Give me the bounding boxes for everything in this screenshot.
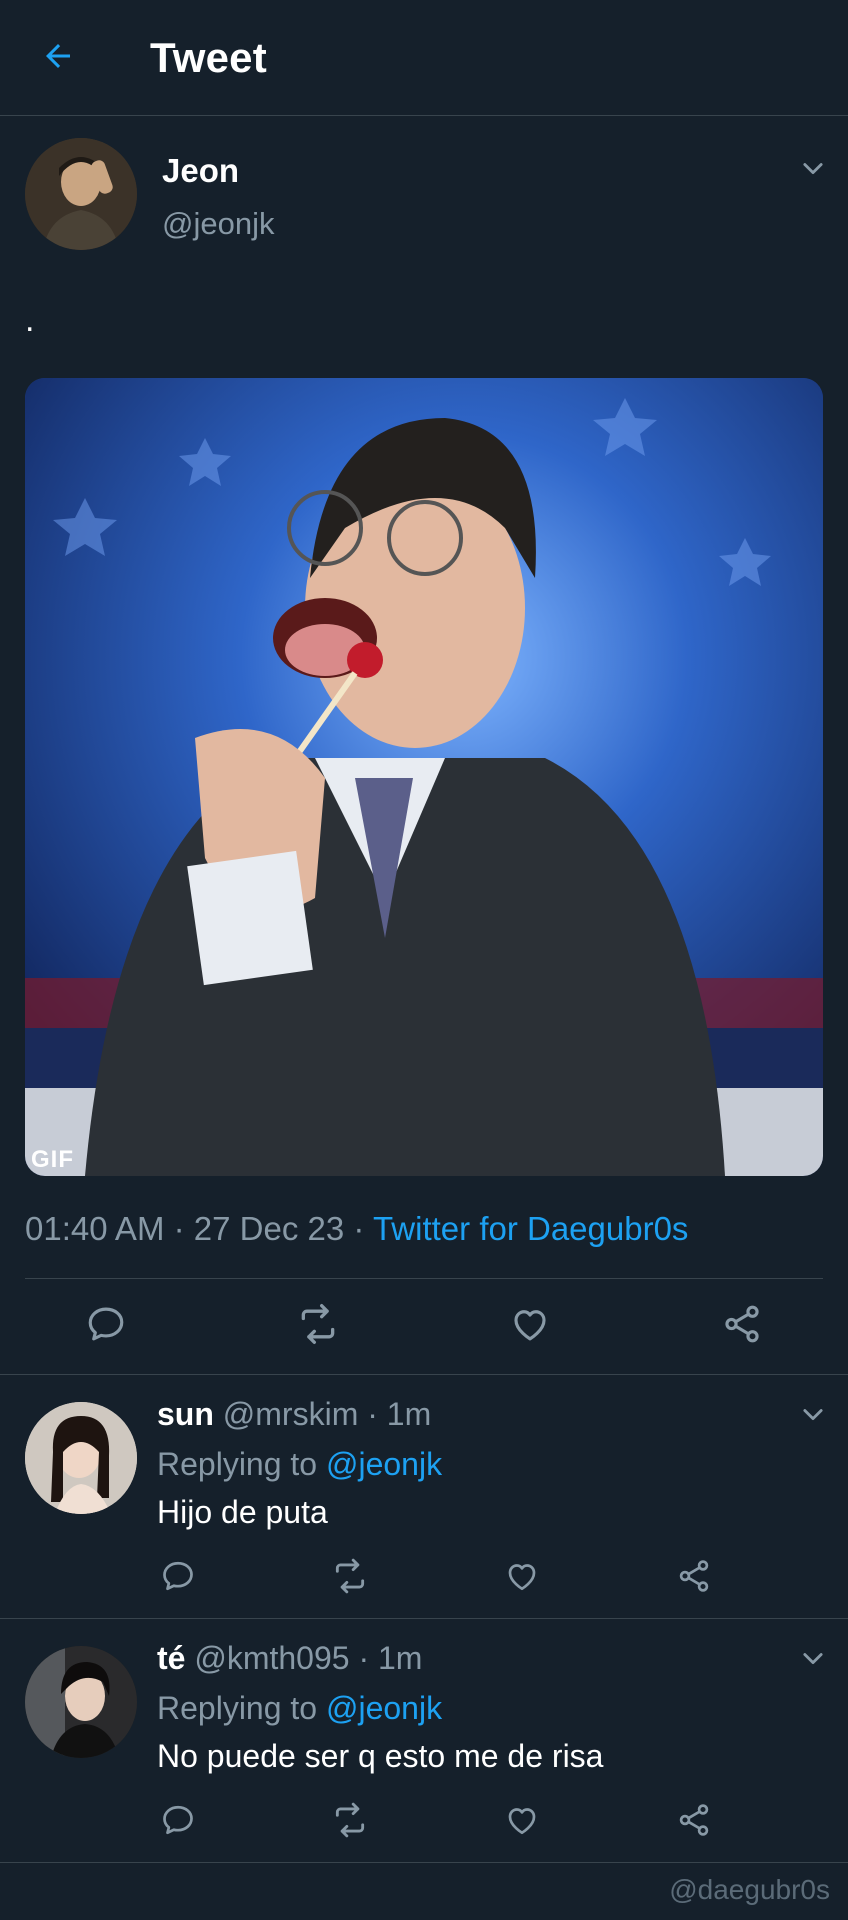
reply-button[interactable] bbox=[78, 1298, 134, 1354]
share-button[interactable] bbox=[714, 1298, 770, 1354]
reply-time: · 1m bbox=[367, 1396, 432, 1432]
tweet-options-button[interactable] bbox=[797, 154, 829, 186]
replying-mention-link[interactable]: @jeonjk bbox=[326, 1446, 442, 1482]
replying-label: Replying to bbox=[157, 1690, 318, 1726]
like-button[interactable] bbox=[502, 1298, 558, 1354]
avatar[interactable] bbox=[25, 1646, 137, 1758]
like-icon bbox=[509, 1303, 551, 1350]
meta-separator: · bbox=[353, 1210, 365, 1247]
retweet-icon bbox=[296, 1302, 340, 1351]
tweet-text: . bbox=[25, 301, 35, 339]
share-button[interactable] bbox=[666, 1550, 722, 1606]
reply-options-button[interactable] bbox=[797, 1400, 829, 1432]
share-icon bbox=[721, 1303, 763, 1350]
reply-options-button[interactable] bbox=[797, 1644, 829, 1676]
divider bbox=[0, 1618, 848, 1619]
like-button[interactable] bbox=[494, 1550, 550, 1606]
reply-author-handle[interactable]: @mrskim bbox=[223, 1396, 359, 1432]
like-button[interactable] bbox=[494, 1794, 550, 1850]
retweet-icon bbox=[331, 1801, 369, 1844]
retweet-button[interactable] bbox=[322, 1550, 378, 1606]
chevron-down-icon bbox=[799, 154, 827, 187]
reply-author-name[interactable]: sun bbox=[157, 1396, 214, 1432]
reply-icon bbox=[160, 1558, 196, 1599]
reply-header: sun @mrskim · 1m bbox=[157, 1396, 431, 1433]
reply-text: Hijo de puta bbox=[157, 1494, 328, 1530]
replying-mention-link[interactable]: @jeonjk bbox=[326, 1690, 442, 1726]
meta-separator: · bbox=[173, 1210, 185, 1247]
reply-icon bbox=[85, 1303, 127, 1350]
replying-to: Replying to @jeonjk bbox=[157, 1690, 442, 1727]
reply-author-name[interactable]: té bbox=[157, 1640, 185, 1676]
retweet-icon bbox=[331, 1557, 369, 1600]
tweet-media-gif[interactable]: GIF bbox=[25, 378, 823, 1176]
divider bbox=[25, 1278, 823, 1279]
author-handle[interactable]: @jeonjk bbox=[162, 206, 274, 242]
divider bbox=[0, 1374, 848, 1375]
retweet-button[interactable] bbox=[322, 1794, 378, 1850]
author-name[interactable]: Jeon bbox=[162, 152, 239, 190]
retweet-button[interactable] bbox=[290, 1298, 346, 1354]
watermark: @daegubr0s bbox=[669, 1874, 830, 1905]
gif-badge: GIF bbox=[31, 1146, 74, 1173]
tweet-meta: 01:40 AM · 27 Dec 23 · Twitter for Daegu… bbox=[25, 1210, 688, 1248]
like-icon bbox=[504, 1558, 540, 1599]
reply-author-handle[interactable]: @kmth095 bbox=[194, 1640, 349, 1676]
tweet-time: 01:40 AM bbox=[25, 1210, 165, 1247]
share-icon bbox=[676, 1802, 712, 1843]
reply-text: No puede ser q esto me de risa bbox=[157, 1738, 604, 1774]
tweet-date: 27 Dec 23 bbox=[193, 1210, 345, 1247]
arrow-left-icon bbox=[40, 38, 76, 79]
chevron-down-icon bbox=[799, 1400, 827, 1433]
reply-icon bbox=[160, 1802, 196, 1843]
avatar[interactable] bbox=[25, 138, 137, 250]
reply-header: té @kmth095 · 1m bbox=[157, 1640, 422, 1677]
divider bbox=[0, 1862, 848, 1863]
reply-time: · 1m bbox=[358, 1640, 423, 1676]
back-button[interactable] bbox=[36, 36, 80, 80]
like-icon bbox=[504, 1802, 540, 1843]
avatar[interactable] bbox=[25, 1402, 137, 1514]
replying-label: Replying to bbox=[157, 1446, 318, 1482]
tweet-source-link[interactable]: Twitter for Daegubr0s bbox=[373, 1210, 688, 1247]
page-title: Tweet bbox=[150, 34, 267, 81]
reply-button[interactable] bbox=[150, 1550, 206, 1606]
share-button[interactable] bbox=[666, 1794, 722, 1850]
reply-button[interactable] bbox=[150, 1794, 206, 1850]
top-bar: Tweet bbox=[0, 0, 848, 116]
replying-to: Replying to @jeonjk bbox=[157, 1446, 442, 1483]
chevron-down-icon bbox=[799, 1644, 827, 1677]
share-icon bbox=[676, 1558, 712, 1599]
